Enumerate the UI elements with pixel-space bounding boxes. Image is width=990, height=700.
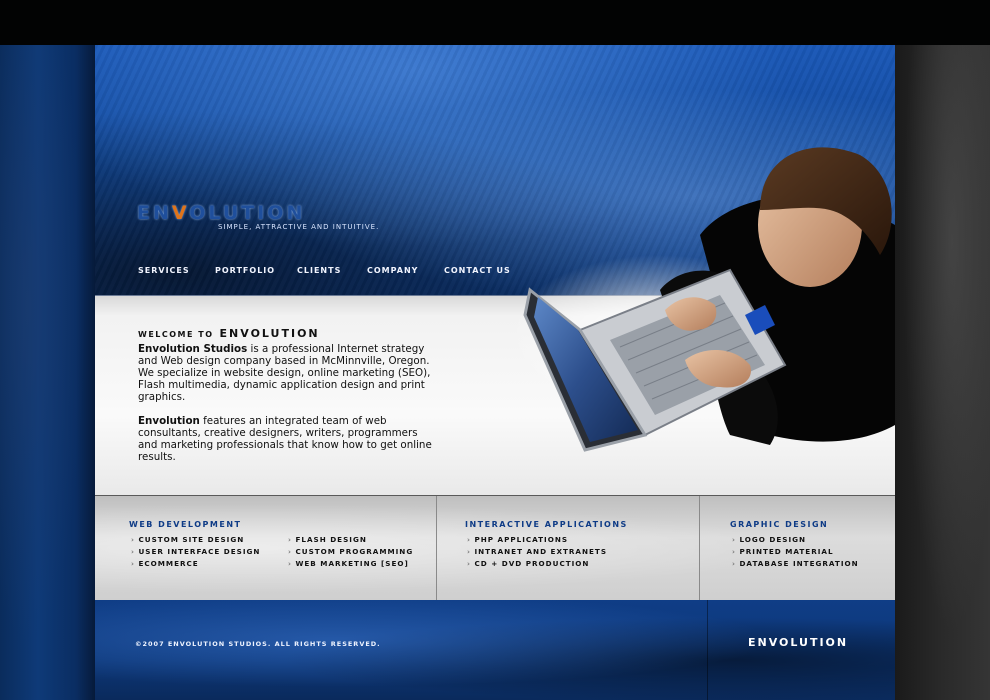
footer-logo[interactable]: ENVOLUTION <box>748 636 848 649</box>
interactive-applications-heading: INTERACTIVE APPLICATIONS <box>465 520 628 529</box>
welcome-heading: WELCOME TO ENVOLUTION <box>138 327 320 340</box>
header-banner: ENVOLUTION SIMPLE, ATTRACTIVE AND INTUIT… <box>95 45 895 297</box>
web-development-heading: WEB DEVELOPMENT <box>129 520 242 529</box>
web-development-list-a: CUSTOM SITE DESIGN USER INTERFACE DESIGN… <box>131 534 260 570</box>
services-panel: WEB DEVELOPMENT CUSTOM SITE DESIGN USER … <box>95 495 895 601</box>
welcome-paragraph-1: Envolution Studios is a professional Int… <box>138 343 438 403</box>
welcome-p1-bold: Envolution Studios <box>138 343 248 355</box>
logo-text-v: V <box>171 202 190 224</box>
nav-company[interactable]: COMPANY <box>367 266 444 275</box>
nav-clients[interactable]: CLIENTS <box>297 266 367 275</box>
left-backdrop <box>0 45 95 700</box>
service-link[interactable]: ECOMMERCE <box>131 558 260 570</box>
welcome-p2-bold: Envolution <box>138 415 200 427</box>
web-development-column: WEB DEVELOPMENT CUSTOM SITE DESIGN USER … <box>95 496 435 600</box>
right-backdrop <box>895 45 990 700</box>
tagline: SIMPLE, ATTRACTIVE AND INTUITIVE. <box>218 223 380 231</box>
service-link[interactable]: WEB MARKETING [SEO] <box>288 558 413 570</box>
logo-text-right: OLUTION <box>189 202 306 224</box>
service-link[interactable]: CUSTOM SITE DESIGN <box>131 534 260 546</box>
interactive-applications-list: PHP APPLICATIONS INTRANET AND EXTRANETS … <box>467 534 607 570</box>
service-link[interactable]: DATABASE INTEGRATION <box>732 558 859 570</box>
service-link[interactable]: PHP APPLICATIONS <box>467 534 607 546</box>
service-link[interactable]: LOGO DESIGN <box>732 534 859 546</box>
logo-text-left: EN <box>137 202 172 224</box>
service-link[interactable]: USER INTERFACE DESIGN <box>131 546 260 558</box>
welcome-heading-brand: ENVOLUTION <box>219 327 320 340</box>
graphic-design-list: LOGO DESIGN PRINTED MATERIAL DATABASE IN… <box>732 534 859 570</box>
interactive-applications-column: INTERACTIVE APPLICATIONS PHP APPLICATION… <box>436 496 699 600</box>
top-black-bar <box>0 0 990 45</box>
welcome-body: Envolution Studios is a professional Int… <box>138 343 438 475</box>
site-frame: ENVOLUTION SIMPLE, ATTRACTIVE AND INTUIT… <box>95 45 895 700</box>
welcome-heading-prefix: WELCOME TO <box>138 330 214 339</box>
welcome-panel: WELCOME TO ENVOLUTION Envolution Studios … <box>95 295 895 496</box>
service-link[interactable]: FLASH DESIGN <box>288 534 413 546</box>
site-logo[interactable]: ENVOLUTION <box>137 202 305 224</box>
graphic-design-column: GRAPHIC DESIGN LOGO DESIGN PRINTED MATER… <box>699 496 895 600</box>
service-link[interactable]: PRINTED MATERIAL <box>732 546 859 558</box>
service-link[interactable]: CUSTOM PROGRAMMING <box>288 546 413 558</box>
nav-services[interactable]: SERVICES <box>138 266 215 275</box>
web-development-list-b: FLASH DESIGN CUSTOM PROGRAMMING WEB MARK… <box>288 534 413 570</box>
nav-portfolio[interactable]: PORTFOLIO <box>215 266 297 275</box>
service-link[interactable]: INTRANET AND EXTRANETS <box>467 546 607 558</box>
welcome-paragraph-2: Envolution features an integrated team o… <box>138 415 438 463</box>
copyright-text: ©2007 ENVOLUTION STUDIOS. ALL RIGHTS RES… <box>135 640 381 648</box>
main-nav: SERVICES PORTFOLIO CLIENTS COMPANY CONTA… <box>138 266 524 275</box>
service-link[interactable]: CD + DVD PRODUCTION <box>467 558 607 570</box>
nav-contact-us[interactable]: CONTACT US <box>444 266 524 275</box>
footer: ©2007 ENVOLUTION STUDIOS. ALL RIGHTS RES… <box>95 600 895 700</box>
graphic-design-heading: GRAPHIC DESIGN <box>730 520 829 529</box>
